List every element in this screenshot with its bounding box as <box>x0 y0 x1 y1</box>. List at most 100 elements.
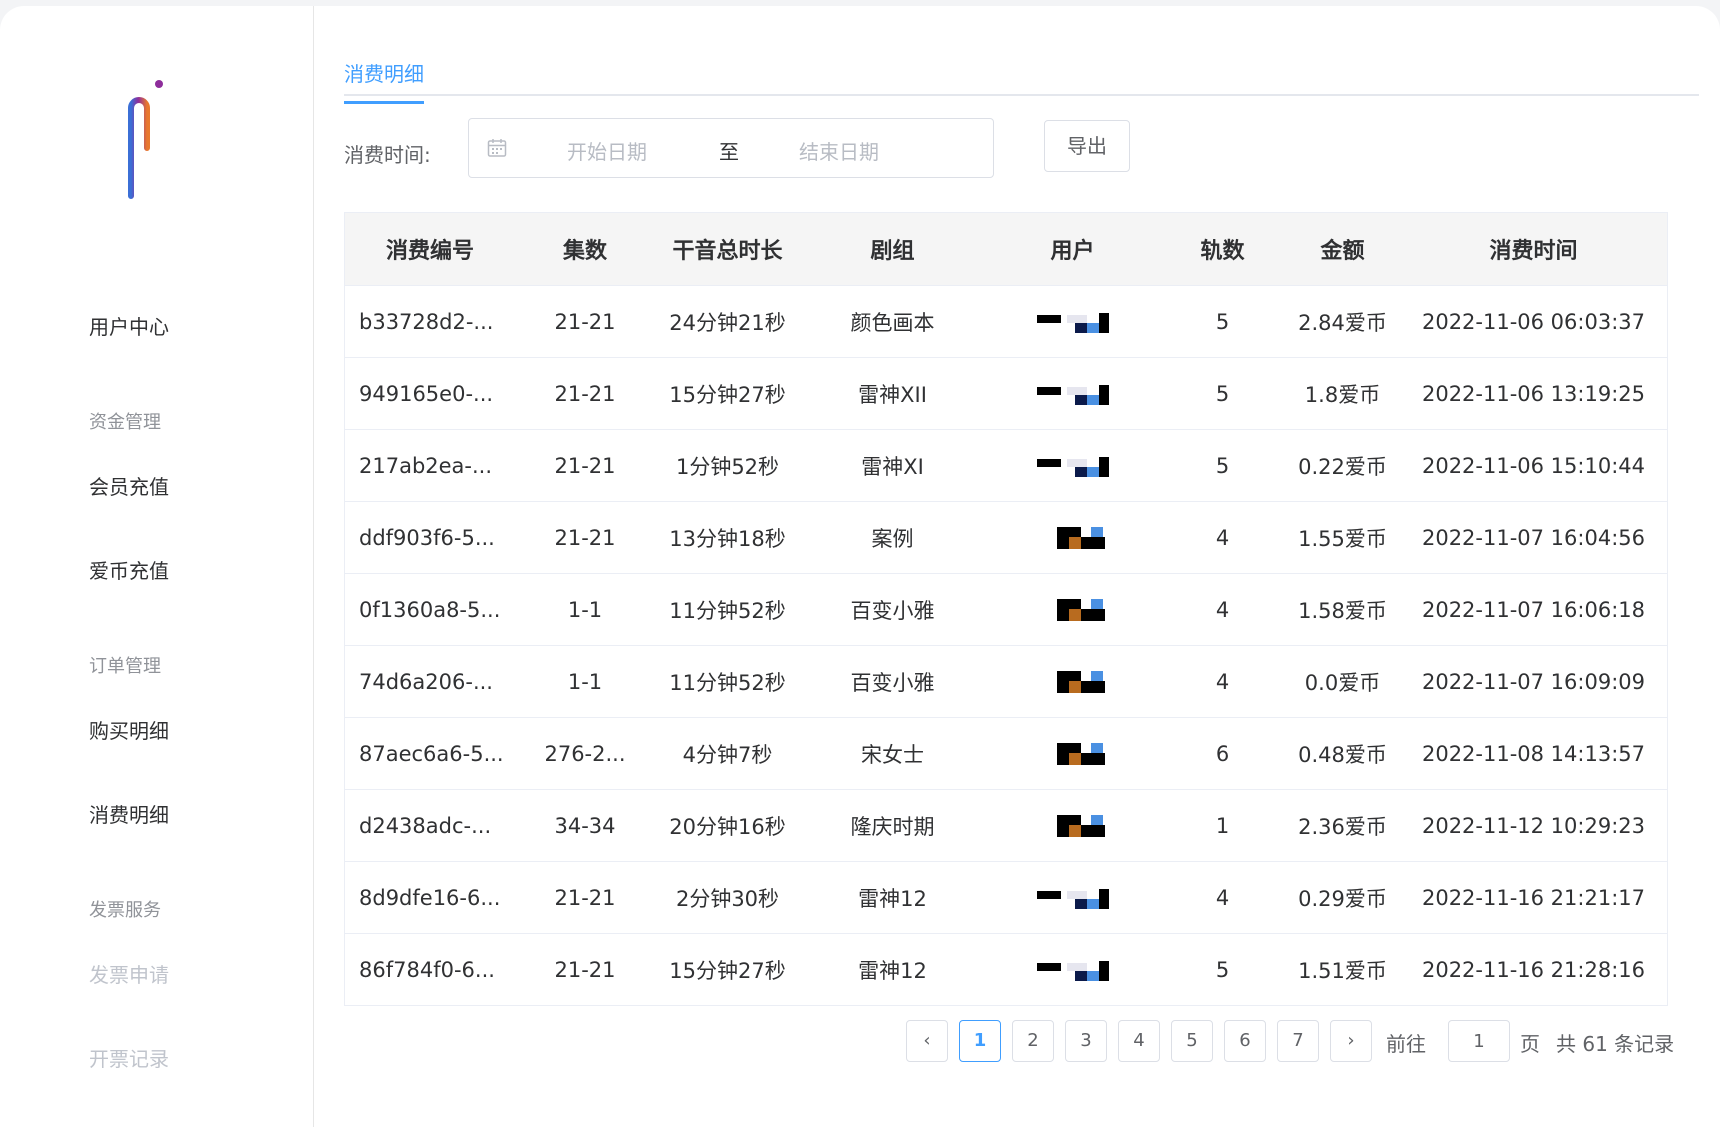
avatar <box>1036 309 1109 335</box>
cell-amount: 2.36爱币 <box>1298 814 1387 839</box>
page-button-4[interactable]: 4 <box>1118 1020 1160 1062</box>
cell-group: 雷神12 <box>858 958 927 983</box>
avatar <box>1036 381 1109 407</box>
page-button-3[interactable]: 3 <box>1065 1020 1107 1062</box>
cell-group: 案例 <box>871 526 914 551</box>
cell-group: 宋女士 <box>861 742 924 767</box>
page-button-7[interactable]: 7 <box>1277 1020 1319 1062</box>
column-header-time: 消费时间 <box>1489 239 1578 264</box>
column-header-tracks: 轨数 <box>1200 239 1245 264</box>
table-row: 0f1360a8-5... 1-1 11分钟52秒 百变小雅 4 1.58爱币 2022-1… <box>345 573 1667 645</box>
avatar <box>1037 525 1109 551</box>
end-date-input[interactable]: 结束日期 <box>799 136 879 165</box>
avatar <box>1037 813 1109 839</box>
sidebar-item-user-center[interactable]: 用户中心 <box>89 311 169 340</box>
page-button-1[interactable]: 1 <box>959 1020 1001 1062</box>
cell-id: 74d6a206-... <box>359 669 493 694</box>
cell-amount: 0.48爱币 <box>1298 742 1387 767</box>
cell-episodes: 21-21 <box>554 885 616 910</box>
sidebar-group-orders: 订单管理 <box>89 656 161 677</box>
cell-amount: 1.58爱币 <box>1298 598 1387 623</box>
cell-group: 隆庆时期 <box>850 814 935 839</box>
cell-duration: 15分钟27秒 <box>669 958 786 983</box>
avatar <box>1036 885 1109 911</box>
sidebar-item-purchase-details[interactable]: 购买明细 <box>89 715 169 744</box>
table-body: b33728d2-... 21-21 24分钟21秒 颜色画本 5 2.84爱币 2022-… <box>345 285 1667 1005</box>
sidebar-group-invoice: 发票服务 <box>89 900 161 921</box>
cell-tracks: 5 <box>1215 957 1230 982</box>
cell-group: 百变小雅 <box>850 670 935 695</box>
sidebar-item-consumption-details[interactable]: 消费明细 <box>89 799 169 828</box>
cell-time: 2022-11-16 21:28:16 <box>1421 957 1646 982</box>
sidebar-group-funds: 资金管理 <box>89 412 161 433</box>
page-button-5[interactable]: 5 <box>1171 1020 1213 1062</box>
table-row: 74d6a206-... 1-1 11分钟52秒 百变小雅 4 0.0爱币 2022-11-… <box>345 645 1667 717</box>
prev-page-button[interactable]: ‹ <box>906 1020 948 1062</box>
sidebar: 用户中心 资金管理 会员充值 爱币充值 订单管理 购买明细 消费明细 发票服务 … <box>0 6 314 1127</box>
page-button-2[interactable]: 2 <box>1012 1020 1054 1062</box>
avatar <box>1037 597 1109 623</box>
page-unit-label: 页 <box>1520 1032 1540 1056</box>
tab-bar: 消费明细 <box>344 46 1699 104</box>
cell-duration: 24分钟21秒 <box>669 310 786 335</box>
cell-tracks: 1 <box>1215 813 1230 838</box>
calendar-icon <box>487 139 507 157</box>
sidebar-item-coin-recharge[interactable]: 爱币充值 <box>89 555 169 584</box>
cell-tracks: 4 <box>1215 885 1230 910</box>
cell-user <box>985 718 1160 789</box>
date-range-separator: 至 <box>719 140 739 164</box>
column-header-episodes: 集数 <box>562 239 607 264</box>
cell-duration: 11分钟52秒 <box>669 598 786 623</box>
cell-episodes: 34-34 <box>554 813 616 838</box>
page-button-6[interactable]: 6 <box>1224 1020 1266 1062</box>
cell-episodes: 21-21 <box>554 525 616 550</box>
cell-duration: 2分钟30秒 <box>675 886 780 911</box>
cell-time: 2022-11-06 15:10:44 <box>1421 453 1646 478</box>
cell-group: 百变小雅 <box>850 598 935 623</box>
start-date-input[interactable]: 开始日期 <box>567 136 647 165</box>
sidebar-item-member-recharge[interactable]: 会员充值 <box>89 471 169 500</box>
cell-duration: 11分钟52秒 <box>669 670 786 695</box>
cell-user <box>985 286 1160 357</box>
cell-duration: 20分钟16秒 <box>669 814 786 839</box>
goto-page-input[interactable] <box>1448 1020 1510 1062</box>
table-row: 217ab2ea-... 21-21 1分钟52秒 雷神XI 5 0.22爱币 2022-1… <box>345 429 1667 501</box>
cell-time: 2022-11-12 10:29:23 <box>1421 813 1646 838</box>
avatar <box>1036 453 1109 479</box>
cell-amount: 1.55爱币 <box>1298 526 1387 551</box>
cell-user <box>985 430 1160 501</box>
column-header-duration: 干音总时长 <box>672 239 783 264</box>
table-row: ddf903f6-5... 21-21 13分钟18秒 案例 4 1.55爱币 2022-1… <box>345 501 1667 573</box>
table-header: 消费编号 集数 干音总时长 剧组 用户 轨数 金额 消费时间 <box>345 213 1667 285</box>
cell-time: 2022-11-16 21:21:17 <box>1421 885 1646 910</box>
cell-episodes: 1-1 <box>567 669 603 694</box>
cell-tracks: 4 <box>1215 597 1230 622</box>
consumption-time-label: 消费时间: <box>344 143 431 167</box>
total-records-text: 共 61 条记录 <box>1556 1032 1675 1056</box>
goto-label: 前往 <box>1386 1032 1426 1056</box>
main-content: 消费明细 消费时间: 开始日期 至 结束日期 导出 消费编号 集数 干音总时长 … <box>344 6 1700 1127</box>
cell-user <box>985 502 1160 573</box>
cell-amount: 0.0爱币 <box>1304 670 1381 695</box>
column-header-group: 剧组 <box>870 239 915 264</box>
avatar <box>1037 741 1109 767</box>
cell-id: 949165e0-... <box>359 381 494 406</box>
table-row: b33728d2-... 21-21 24分钟21秒 颜色画本 5 2.84爱币 2022-… <box>345 285 1667 357</box>
cell-id: 86f784f0-6... <box>359 957 495 982</box>
cell-episodes: 21-21 <box>554 957 616 982</box>
cell-id: b33728d2-... <box>359 309 494 334</box>
next-page-button[interactable]: › <box>1330 1020 1372 1062</box>
export-button[interactable]: 导出 <box>1044 120 1130 172</box>
cell-amount: 0.22爱币 <box>1298 454 1387 479</box>
cell-episodes: 1-1 <box>567 597 603 622</box>
cell-amount: 2.84爱币 <box>1298 310 1387 335</box>
sidebar-item-invoice-records[interactable]: 开票记录 <box>89 1043 169 1072</box>
tab-consumption-details[interactable]: 消费明细 <box>344 58 424 104</box>
date-range-picker[interactable]: 开始日期 至 结束日期 <box>468 118 994 178</box>
sidebar-item-invoice-apply[interactable]: 发票申请 <box>89 959 169 988</box>
cell-duration: 1分钟52秒 <box>675 454 780 479</box>
cell-group: 雷神XI <box>861 454 924 479</box>
cell-time: 2022-11-07 16:09:09 <box>1421 669 1646 694</box>
cell-id: 87aec6a6-5... <box>359 741 504 766</box>
cell-group: 雷神12 <box>858 886 927 911</box>
